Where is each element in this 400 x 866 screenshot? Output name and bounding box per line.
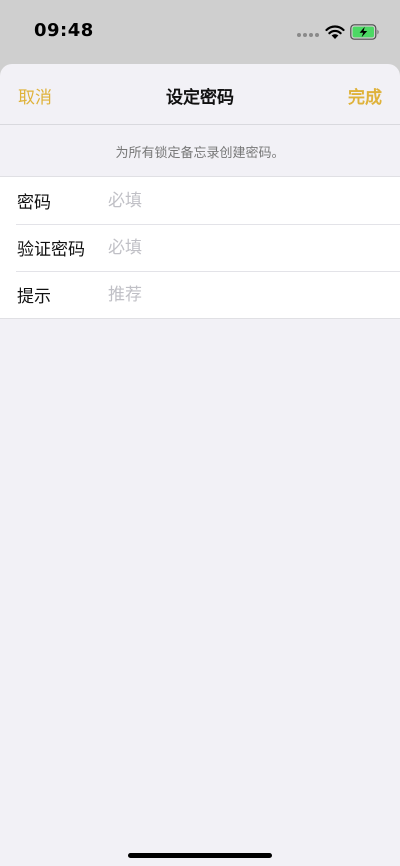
page-title: 设定密码 [166,88,234,108]
hint-row: 提示 [0,271,400,318]
status-time: 09:48 [34,20,94,41]
wifi-icon [325,25,345,39]
verify-password-label: 验证密码 [17,240,85,260]
hint-label: 提示 [17,287,51,307]
done-button[interactable]: 完成 [348,83,382,108]
verify-password-row: 验证密码 [0,224,400,271]
hint-input[interactable] [108,279,400,310]
home-indicator[interactable] [128,853,272,858]
set-password-sheet: 取消 设定密码 完成 为所有锁定备忘录创建密码。 密码 验证密码 提示 [0,64,400,866]
password-label: 密码 [17,193,51,213]
password-row: 密码 [0,177,400,224]
status-bar: 09:48 [0,0,400,64]
section-note: 为所有锁定备忘录创建密码。 [115,146,285,161]
password-form: 密码 验证密码 提示 [0,176,400,319]
password-input[interactable] [108,185,400,216]
verify-password-input[interactable] [108,232,400,263]
nav-bar: 取消 设定密码 完成 [0,64,400,125]
battery-charging-icon [350,24,379,40]
signal-dots-icon [297,33,321,39]
